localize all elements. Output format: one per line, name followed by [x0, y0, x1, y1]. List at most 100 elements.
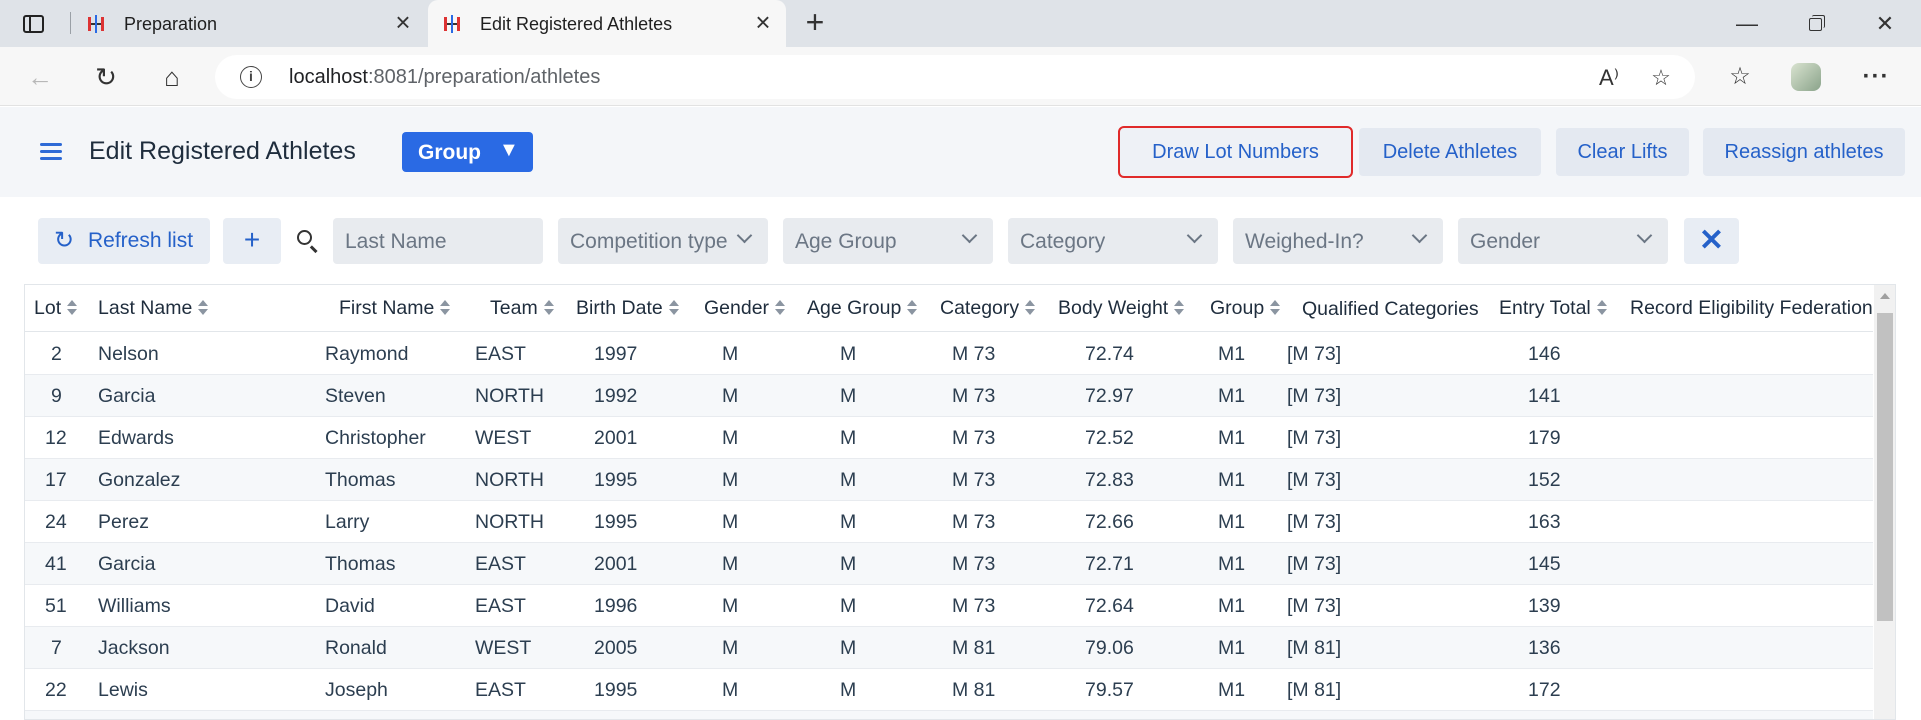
- table-row[interactable]: 12 Edwards Christopher WEST 2001 M M M 7…: [25, 417, 1873, 459]
- cell-body-weight: 72.71: [1085, 553, 1134, 575]
- table-row[interactable]: [25, 711, 1873, 719]
- cell-gender: M: [722, 679, 739, 701]
- window-close-icon[interactable]: ✕: [1870, 10, 1900, 38]
- scroll-up-icon[interactable]: [1880, 293, 1890, 299]
- cell-last-name: Williams: [98, 595, 171, 617]
- favorites-icon[interactable]: ☆: [1722, 59, 1758, 95]
- column-header-label: Entry Total: [1499, 297, 1591, 319]
- profile-avatar[interactable]: [1788, 59, 1824, 95]
- plus-icon[interactable]: +: [800, 6, 830, 38]
- sort-icon[interactable]: [775, 300, 786, 316]
- cell-lot: 41: [45, 553, 67, 575]
- more-icon[interactable]: ···: [1858, 59, 1894, 95]
- reload-icon[interactable]: ↻: [88, 59, 124, 95]
- age-group-filter[interactable]: Age Group: [783, 218, 993, 264]
- cell-last-name: Garcia: [98, 385, 156, 407]
- column-header-first-name[interactable]: First Name: [339, 297, 451, 320]
- sort-icon[interactable]: [668, 300, 679, 316]
- column-header-team[interactable]: Team: [490, 297, 554, 320]
- sort-icon[interactable]: [1596, 300, 1607, 316]
- table-row[interactable]: 41 Garcia Thomas EAST 2001 M M M 73 72.7…: [25, 543, 1873, 585]
- table-row[interactable]: 51 Williams David EAST 1996 M M M 73 72.…: [25, 585, 1873, 627]
- close-icon[interactable]: ×: [750, 9, 776, 36]
- column-header-label: Body Weight: [1058, 297, 1169, 319]
- cell-birth-date: 1997: [594, 343, 638, 365]
- column-header-age-group[interactable]: Age Group: [807, 297, 918, 320]
- cell-gender: M: [722, 343, 739, 365]
- star-plus-icon[interactable]: ☆: [1647, 64, 1675, 92]
- column-header-category[interactable]: Category: [940, 297, 1036, 320]
- cell-entry-total: 136: [1528, 637, 1561, 659]
- column-header-last-name[interactable]: Last Name: [98, 297, 209, 320]
- cell-lot: 2: [51, 343, 62, 365]
- delete-athletes-button[interactable]: Delete Athletes: [1359, 128, 1541, 176]
- weighed-in-filter[interactable]: Weighed-In?: [1233, 218, 1443, 264]
- read-aloud-icon[interactable]: A⁾: [1595, 64, 1623, 92]
- sort-icon[interactable]: [1270, 300, 1281, 316]
- cell-body-weight: 72.52: [1085, 427, 1134, 449]
- url-text[interactable]: localhost:8081/preparation/athletes: [289, 66, 600, 89]
- add-athlete-button[interactable]: +: [223, 218, 281, 264]
- table-row[interactable]: 9 Garcia Steven NORTH 1992 M M M 73 72.9…: [25, 375, 1873, 417]
- tab-actions-icon[interactable]: [20, 12, 48, 36]
- cell-team: NORTH: [475, 385, 544, 407]
- sort-icon[interactable]: [543, 300, 554, 316]
- address-bar[interactable]: i localhost:8081/preparation/athletes A⁾…: [215, 55, 1695, 99]
- column-header-birth-date[interactable]: Birth Date: [576, 297, 679, 320]
- restore-icon[interactable]: [1800, 10, 1830, 38]
- sort-icon[interactable]: [907, 300, 918, 316]
- draw-lot-numbers-button[interactable]: Draw Lot Numbers: [1118, 126, 1353, 178]
- sort-icon[interactable]: [440, 300, 451, 316]
- sort-icon[interactable]: [1174, 300, 1185, 316]
- column-header-record-eligibility[interactable]: Record Eligibility Federations: [1630, 297, 1873, 320]
- browser-tab-preparation[interactable]: Preparation ×: [72, 0, 426, 47]
- clear-lifts-button[interactable]: Clear Lifts: [1556, 128, 1689, 176]
- info-icon[interactable]: i: [240, 66, 262, 88]
- table-row[interactable]: 24 Perez Larry NORTH 1995 M M M 73 72.66…: [25, 501, 1873, 543]
- clear-filters-button[interactable]: ✕: [1684, 218, 1739, 264]
- cell-lot: 22: [45, 679, 67, 701]
- cell-birth-date: 1995: [594, 511, 638, 533]
- sort-icon[interactable]: [198, 300, 209, 316]
- cell-last-name: Jackson: [98, 637, 170, 659]
- column-header-qualified-categories[interactable]: Qualified Categories: [1302, 298, 1479, 321]
- group-select[interactable]: Group ▼: [402, 132, 533, 172]
- cell-gender: M: [722, 385, 739, 407]
- cell-gender: M: [722, 637, 739, 659]
- column-header-entry-total[interactable]: Entry Total: [1499, 297, 1607, 320]
- last-name-filter-input[interactable]: Last Name: [333, 218, 543, 264]
- page-title: Edit Registered Athletes: [89, 137, 356, 165]
- table-row[interactable]: 2 Nelson Raymond EAST 1997 M M M 73 72.7…: [25, 333, 1873, 375]
- placeholder: Weighed-In?: [1245, 230, 1364, 253]
- cell-birth-date: 2005: [594, 637, 638, 659]
- back-arrow-icon[interactable]: ←: [22, 59, 58, 95]
- column-header-body-weight[interactable]: Body Weight: [1058, 297, 1185, 320]
- table-row[interactable]: 17 Gonzalez Thomas NORTH 1995 M M M 73 7…: [25, 459, 1873, 501]
- cell-birth-date: 1992: [594, 385, 638, 407]
- table-row[interactable]: 22 Lewis Joseph EAST 1995 M M M 81 79.57…: [25, 669, 1873, 711]
- column-header-gender[interactable]: Gender: [704, 297, 786, 320]
- cell-first-name: Steven: [325, 385, 386, 407]
- cell-team: EAST: [475, 553, 526, 575]
- minimize-icon[interactable]: —: [1732, 10, 1762, 38]
- competition-type-filter[interactable]: Competition type: [558, 218, 768, 264]
- cell-entry-total: 139: [1528, 595, 1561, 617]
- scrollbar-thumb[interactable]: [1877, 313, 1893, 621]
- refresh-list-button[interactable]: ↻ Refresh list: [38, 218, 210, 264]
- tab-separator: [70, 12, 71, 34]
- category-filter[interactable]: Category: [1008, 218, 1218, 264]
- browser-tab-edit-athletes[interactable]: Edit Registered Athletes ×: [428, 0, 786, 47]
- sort-icon[interactable]: [67, 300, 78, 316]
- menu-icon[interactable]: [40, 143, 62, 161]
- sort-icon[interactable]: [1025, 300, 1036, 316]
- gender-filter[interactable]: Gender: [1458, 218, 1668, 264]
- reassign-athletes-button[interactable]: Reassign athletes: [1703, 128, 1905, 176]
- home-icon[interactable]: ⌂: [154, 59, 190, 95]
- grid-scrollbar[interactable]: [1874, 285, 1895, 719]
- close-icon[interactable]: ×: [390, 9, 416, 36]
- cell-body-weight: 72.64: [1085, 595, 1134, 617]
- table-row[interactable]: 7 Jackson Ronald WEST 2005 M M M 81 79.0…: [25, 627, 1873, 669]
- cell-body-weight: 72.74: [1085, 343, 1134, 365]
- column-header-lot[interactable]: Lot: [34, 297, 78, 320]
- column-header-group[interactable]: Group: [1210, 297, 1281, 320]
